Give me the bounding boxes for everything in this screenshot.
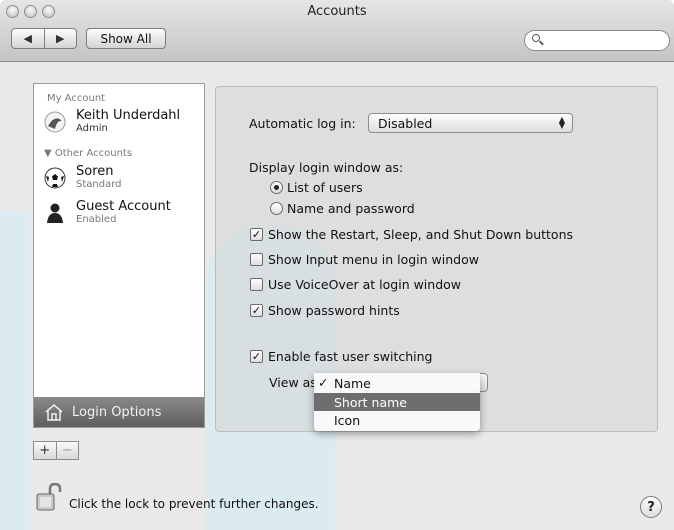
auto-login-label: Automatic log in: [249, 116, 356, 131]
account-role: Standard [76, 179, 122, 190]
radio-list-of-users[interactable] [270, 181, 283, 194]
add-account-button[interactable]: + [34, 442, 57, 459]
checkmark-icon: ✓ [318, 375, 329, 390]
window-title: Accounts [307, 4, 367, 19]
view-as-menu: ✓ Name Short name Icon [314, 373, 480, 431]
radio-list-of-users-label: List of users [287, 180, 363, 195]
menu-item-icon[interactable]: Icon [314, 411, 480, 429]
checkbox-voiceover[interactable] [250, 278, 263, 291]
account-item-guest[interactable]: Guest Account Enabled [44, 199, 204, 233]
house-icon [45, 404, 63, 421]
help-button[interactable]: ? [640, 496, 662, 518]
account-item-soren[interactable]: Soren Standard [44, 164, 204, 198]
accounts-window: Accounts ◀ ▶ Show All My Account Keith U… [0, 0, 674, 530]
backdrop-shape [0, 210, 30, 530]
window-toolbar: Accounts ◀ ▶ Show All [0, 0, 674, 62]
back-button[interactable]: ◀ [12, 29, 45, 48]
checkbox-input-menu-label: Show Input menu in login window [268, 252, 479, 267]
search-input[interactable] [524, 30, 670, 51]
radio-name-and-password[interactable] [270, 202, 283, 215]
forward-button[interactable]: ▶ [45, 29, 77, 48]
display-login-label: Display login window as: [249, 160, 404, 175]
person-silhouette-icon [47, 203, 63, 223]
checkbox-voiceover-label: Use VoiceOver at login window [268, 277, 462, 292]
checkbox-password-hints-label: Show password hints [268, 303, 400, 318]
checkbox-password-hints[interactable]: ✓ [250, 304, 263, 317]
view-as-label: View as [269, 375, 317, 390]
menu-item-label: Name [334, 375, 371, 391]
account-item-keith[interactable]: Keith Underdahl Admin [44, 108, 204, 142]
account-name: Keith Underdahl [76, 108, 181, 123]
other-accounts-label: Other Accounts [54, 148, 133, 159]
auto-login-popup[interactable]: Disabled ▲ ▼ [368, 113, 573, 133]
menu-item-label: Icon [334, 412, 361, 428]
add-remove-control: + − [33, 441, 79, 460]
account-name: Guest Account [76, 199, 171, 214]
checkbox-show-restart-label: Show the Restart, Sleep, and Shut Down b… [268, 227, 574, 242]
checkbox-fast-user-switching-label: Enable fast user switching [268, 349, 433, 364]
account-role: Enabled [76, 214, 117, 225]
menu-item-short-name[interactable]: Short name [314, 393, 480, 411]
account-role: Admin [76, 123, 108, 134]
menu-item-name[interactable]: ✓ Name [314, 374, 480, 392]
login-options-label: Login Options [72, 404, 162, 420]
checkbox-input-menu[interactable] [250, 253, 263, 266]
checkbox-fast-user-switching[interactable]: ✓ [250, 350, 263, 363]
menu-item-label: Short name [334, 394, 407, 410]
remove-account-button[interactable]: − [57, 442, 79, 459]
account-name: Soren [76, 164, 114, 179]
lock-icon[interactable] [36, 483, 62, 511]
lock-message: Click the lock to prevent further change… [69, 497, 319, 511]
flower-avatar-icon [44, 111, 66, 133]
auto-login-value: Disabled [378, 115, 433, 131]
other-accounts-header: ▼ Other Accounts [44, 148, 132, 159]
checkbox-show-restart[interactable]: ✓ [250, 228, 263, 241]
popup-arrows-icon: ▲ ▼ [558, 115, 566, 130]
my-account-header: My Account [47, 93, 106, 104]
search-icon [532, 34, 540, 42]
login-options-item[interactable]: Login Options [34, 397, 204, 427]
accounts-list[interactable]: My Account Keith Underdahl Admin ▼ Other… [33, 83, 205, 428]
show-all-button[interactable]: Show All [86, 28, 166, 49]
disclosure-triangle-icon: ▼ [44, 148, 52, 159]
forward-arrow-icon: ▶ [56, 32, 65, 45]
back-forward-control: ◀ ▶ [11, 28, 77, 49]
radio-name-and-password-label: Name and password [287, 201, 415, 216]
soccer-ball-avatar-icon [44, 167, 66, 189]
back-arrow-icon: ◀ [23, 32, 32, 45]
